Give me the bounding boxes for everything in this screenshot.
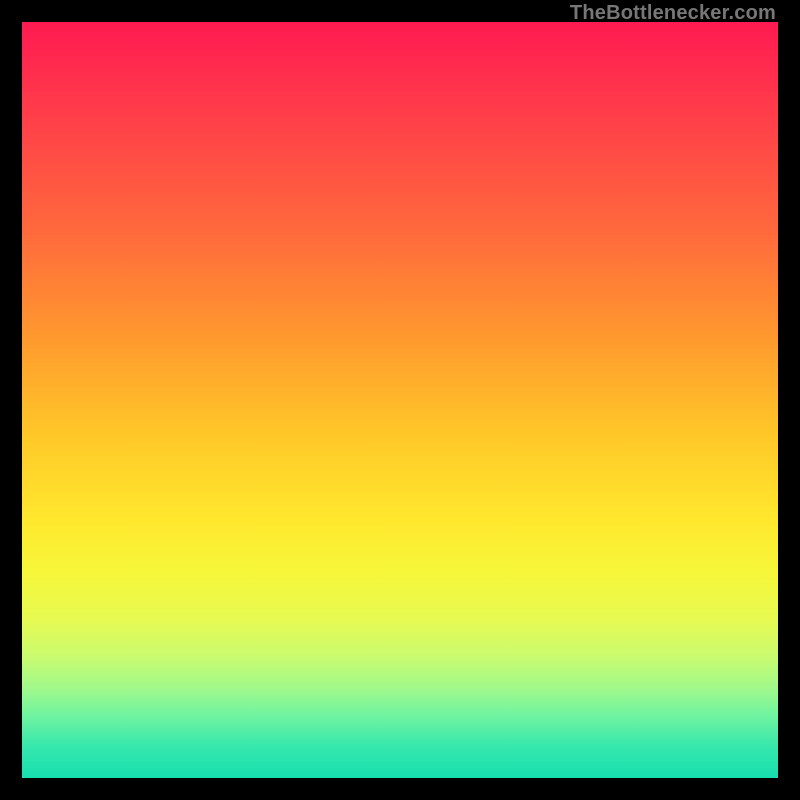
chart-background-gradient — [22, 22, 778, 778]
chart-frame — [22, 22, 778, 778]
chart-plot-area — [22, 22, 778, 778]
